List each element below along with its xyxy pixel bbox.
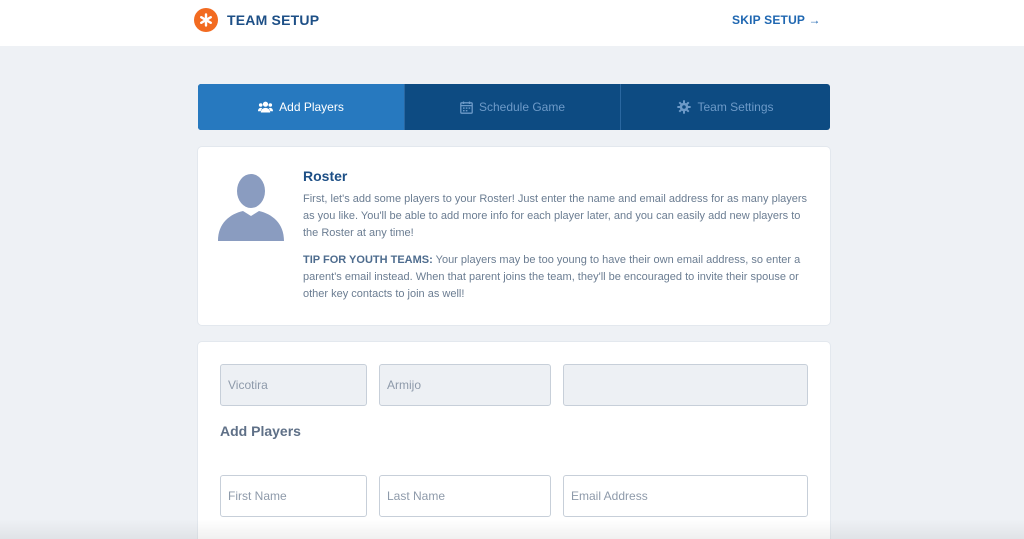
brand: TEAM SETUP [194,8,319,32]
tab-label: Add Players [279,100,344,114]
calendar-icon [460,101,473,114]
setup-tabs: Add Players Schedule Game Team Settings [198,84,830,130]
tab-label: Team Settings [697,100,774,114]
existing-last-name-field[interactable] [379,364,551,406]
tab-team-settings[interactable]: Team Settings [621,84,830,130]
page-title: TEAM SETUP [227,12,320,28]
person-silhouette-icon [216,169,286,241]
roster-description: First, let's add some players to your Ro… [303,193,808,239]
roster-info-card: Roster First, let's add some players to … [198,147,830,325]
youth-team-tip: TIP FOR YOUTH TEAMS: Your players may be… [303,252,813,303]
tab-schedule-game[interactable]: Schedule Game [405,84,621,130]
first-name-field[interactable] [220,475,367,517]
tab-add-players[interactable]: Add Players [198,84,405,130]
email-address-field[interactable] [563,475,808,517]
tab-label: Schedule Game [478,100,566,114]
gear-icon [677,100,692,114]
users-icon [258,101,274,113]
skip-setup-link[interactable]: SKIP SETUP → [732,13,821,27]
add-players-heading: Add Players [220,423,301,439]
asterisk-icon [194,8,218,32]
roster-title: Roster [303,168,348,184]
tip-label: TIP FOR YOUTH TEAMS: [303,254,433,266]
existing-first-name-field[interactable] [220,364,367,406]
last-name-field[interactable] [379,475,551,517]
existing-email-field[interactable] [563,364,808,406]
players-form-card: Add Players [198,342,830,539]
top-bar: TEAM SETUP SKIP SETUP → [0,0,1024,46]
bottom-shadow [0,519,1024,539]
